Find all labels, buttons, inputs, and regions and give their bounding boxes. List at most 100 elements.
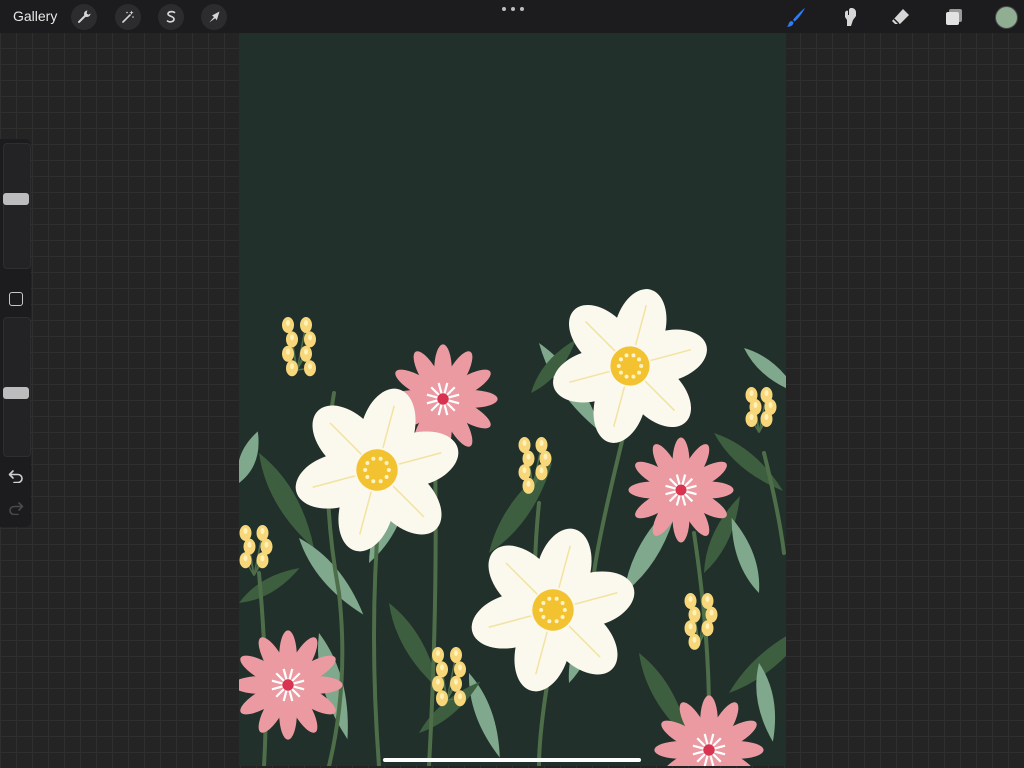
center-dot bbox=[560, 614, 565, 619]
leaf-shape bbox=[729, 622, 786, 693]
transform-button[interactable] bbox=[201, 4, 227, 30]
center-dot bbox=[639, 364, 644, 368]
bud-highlight bbox=[243, 555, 248, 562]
center-dot bbox=[554, 619, 559, 624]
bud-highlight bbox=[436, 678, 440, 685]
bud-highlight bbox=[260, 528, 265, 534]
bud-highlight bbox=[260, 555, 265, 562]
center-dot bbox=[624, 374, 629, 379]
smudge-icon bbox=[845, 8, 856, 26]
transform-arrow-icon bbox=[209, 11, 220, 23]
bud-highlight bbox=[436, 650, 440, 656]
drawing-canvas[interactable] bbox=[239, 33, 786, 766]
bud-highlight bbox=[692, 609, 697, 616]
bud-highlight bbox=[440, 693, 444, 700]
bud-highlight bbox=[539, 467, 544, 474]
bud-highlight bbox=[264, 541, 269, 548]
opacity-slider-thumb[interactable] bbox=[3, 386, 29, 399]
center-dot bbox=[554, 596, 559, 601]
undo-icon[interactable] bbox=[8, 469, 24, 483]
bud-highlight bbox=[539, 440, 544, 446]
more-options-icon[interactable] bbox=[502, 2, 524, 16]
bud-highlight bbox=[308, 363, 312, 370]
center-dot bbox=[560, 601, 565, 606]
center-dot bbox=[547, 596, 552, 601]
paint-tool-button[interactable] bbox=[783, 4, 809, 30]
stem-shape bbox=[372, 511, 381, 766]
bud-highlight bbox=[543, 453, 548, 460]
bud-highlight bbox=[522, 467, 527, 474]
bud-highlight bbox=[304, 348, 308, 355]
brush-size-slider-thumb[interactable] bbox=[3, 193, 29, 206]
center-dot bbox=[637, 370, 642, 375]
bud-highlight bbox=[286, 348, 290, 355]
bud-highlight bbox=[458, 693, 462, 700]
leaf-shape bbox=[239, 568, 300, 603]
white-daisy bbox=[553, 289, 707, 443]
color-picker-button[interactable] bbox=[995, 6, 1018, 29]
flower-center bbox=[356, 449, 398, 491]
center-dot bbox=[631, 353, 636, 358]
bud-highlight bbox=[764, 414, 769, 420]
redo-icon[interactable] bbox=[8, 501, 24, 515]
gallery-button[interactable]: Gallery bbox=[13, 8, 57, 24]
left-sidebar bbox=[0, 139, 31, 527]
center-dot bbox=[631, 374, 636, 379]
bud-highlight bbox=[290, 334, 294, 341]
bud-highlight bbox=[286, 320, 290, 326]
bud-highlight bbox=[243, 528, 248, 534]
modify-button[interactable] bbox=[9, 292, 23, 306]
bud-highlight bbox=[526, 453, 531, 460]
bud-highlight bbox=[705, 596, 710, 602]
bud-highlight bbox=[440, 664, 444, 671]
center-dot bbox=[384, 461, 389, 466]
home-indicator[interactable] bbox=[383, 758, 641, 762]
bud-highlight bbox=[688, 596, 693, 602]
bud-highlight bbox=[692, 636, 697, 643]
flower-center bbox=[610, 346, 650, 386]
brush-icon bbox=[786, 8, 805, 27]
center-dot bbox=[386, 468, 391, 472]
center-dot bbox=[539, 608, 544, 612]
center-dot bbox=[378, 456, 383, 461]
bud-highlight bbox=[526, 480, 531, 487]
wrench-icon bbox=[78, 10, 91, 23]
center-dot bbox=[365, 461, 370, 466]
actions-button[interactable] bbox=[71, 4, 97, 30]
layers-button[interactable] bbox=[941, 4, 967, 30]
leaf-shape bbox=[468, 673, 500, 758]
bud-highlight bbox=[290, 363, 294, 370]
bud-highlight bbox=[749, 414, 754, 420]
center-dot bbox=[371, 456, 376, 461]
center-dot bbox=[384, 474, 389, 479]
bud-highlight bbox=[522, 440, 527, 446]
center-dot bbox=[547, 619, 552, 624]
selection-icon bbox=[166, 10, 176, 23]
eraser-icon bbox=[892, 9, 909, 25]
bud-highlight bbox=[764, 390, 769, 396]
top-toolbar: Gallery bbox=[0, 0, 1024, 33]
flower-center bbox=[532, 589, 574, 631]
brush-size-slider[interactable] bbox=[3, 143, 31, 269]
smudge-tool-button[interactable] bbox=[836, 4, 862, 30]
stem-shape bbox=[762, 451, 786, 555]
center-dot bbox=[365, 474, 370, 479]
bud-highlight bbox=[688, 623, 693, 630]
selection-button[interactable] bbox=[158, 4, 184, 30]
bud-highlight bbox=[705, 623, 710, 630]
center-dot bbox=[616, 364, 621, 368]
center-dot bbox=[618, 357, 623, 362]
flower-center bbox=[703, 744, 715, 756]
center-dot bbox=[363, 468, 368, 472]
center-dot bbox=[378, 479, 383, 484]
flower-center bbox=[437, 393, 449, 405]
bud-highlight bbox=[454, 678, 458, 685]
bud-highlight bbox=[768, 402, 773, 408]
layers-icon bbox=[946, 9, 962, 25]
eraser-tool-button[interactable] bbox=[888, 4, 914, 30]
flower-center bbox=[675, 484, 687, 496]
bud-highlight bbox=[753, 402, 758, 408]
adjustments-button[interactable] bbox=[115, 4, 141, 30]
bud-highlight bbox=[458, 664, 462, 671]
bud-highlight bbox=[308, 334, 312, 341]
